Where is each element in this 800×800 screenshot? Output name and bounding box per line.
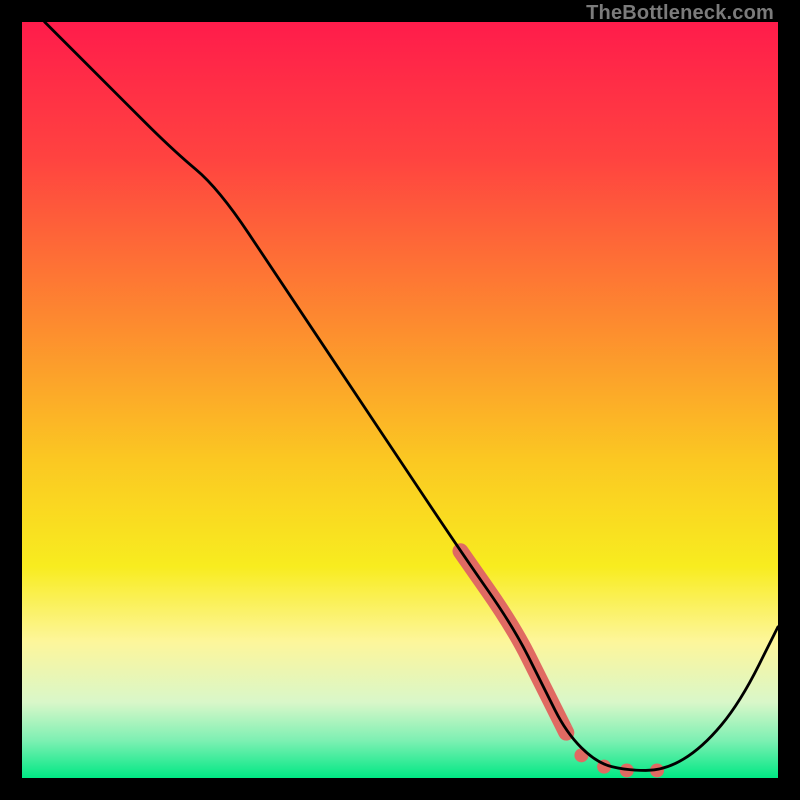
- highlight-dot: [574, 748, 588, 762]
- bottleneck-chart: [22, 22, 778, 778]
- gradient-background: [22, 22, 778, 778]
- chart-frame: [22, 22, 778, 778]
